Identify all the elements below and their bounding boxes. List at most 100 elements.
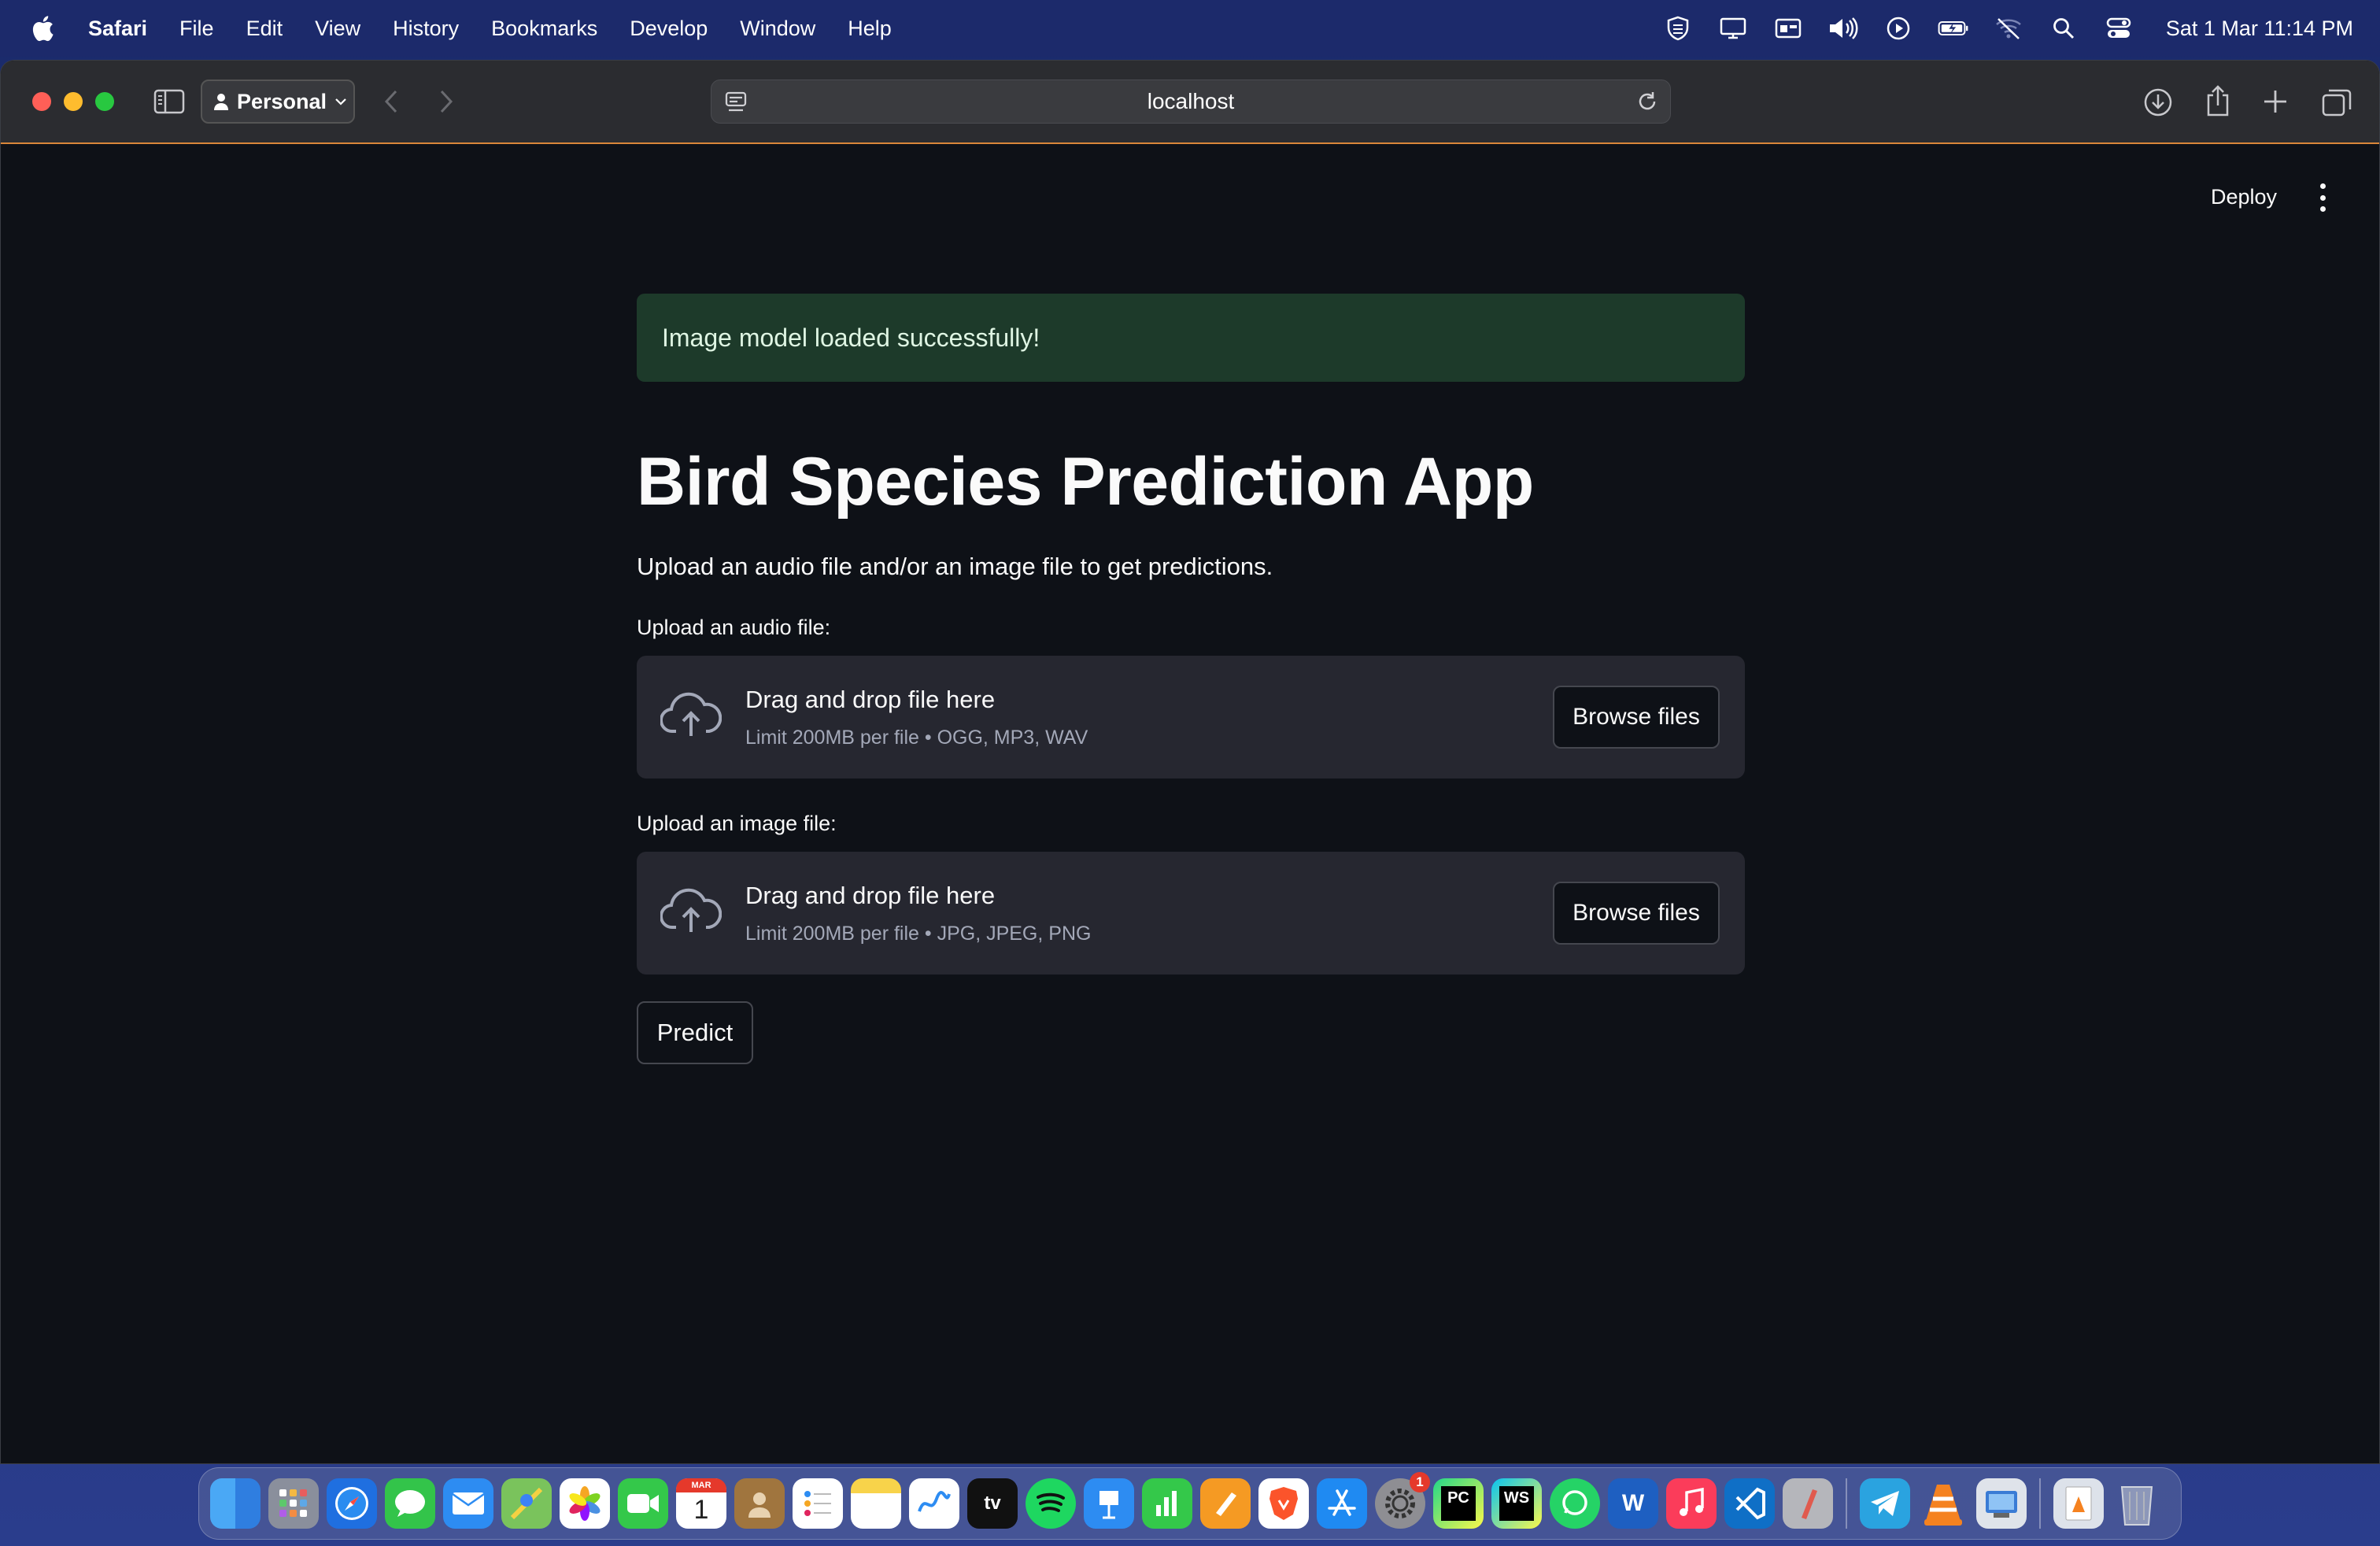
page-menu-icon[interactable] xyxy=(724,90,748,119)
apple-logo-icon[interactable] xyxy=(28,14,57,43)
control-center-icon[interactable] xyxy=(2103,14,2134,43)
photos-icon[interactable] xyxy=(560,1478,610,1529)
address-bar[interactable]: localhost xyxy=(711,80,1671,124)
profile-name: Personal xyxy=(237,89,327,113)
minimize-window-button[interactable] xyxy=(64,92,83,111)
whatsapp-icon[interactable] xyxy=(1550,1478,1600,1529)
trash-icon[interactable] xyxy=(2112,1478,2162,1529)
music-icon[interactable] xyxy=(1666,1478,1717,1529)
menu-bookmarks[interactable]: Bookmarks xyxy=(491,17,597,41)
menu-bar: Safari File Edit View History Bookmarks … xyxy=(0,0,2380,57)
audio-browse-files-button[interactable]: Browse files xyxy=(1553,686,1720,749)
audio-dropzone[interactable]: Drag and drop file here Limit 200MB per … xyxy=(637,656,1745,779)
menu-help[interactable]: Help xyxy=(848,17,892,41)
wifi-off-icon[interactable] xyxy=(1993,14,2024,43)
numbers-icon[interactable] xyxy=(1142,1478,1192,1529)
image-file-limit: Limit 200MB per file • JPG, JPEG, PNG xyxy=(745,923,1092,945)
vscode-icon[interactable] xyxy=(1724,1478,1775,1529)
settings-badge: 1 xyxy=(1410,1472,1430,1492)
page-title: Bird Species Prediction App xyxy=(637,444,1534,520)
dock-separator xyxy=(2039,1478,2041,1529)
maps-icon[interactable] xyxy=(501,1478,552,1529)
calendar-month: MAR xyxy=(676,1478,726,1492)
success-alert: Image model loaded successfully! xyxy=(637,294,1745,382)
menu-history[interactable]: History xyxy=(393,17,459,41)
profile-switcher[interactable]: Personal xyxy=(201,80,355,124)
system-settings-icon[interactable]: 1 xyxy=(1375,1472,1430,1529)
deploy-button[interactable]: Deploy xyxy=(2211,185,2277,209)
reload-icon[interactable] xyxy=(1635,90,1659,119)
preview-icon[interactable] xyxy=(1976,1478,2027,1529)
sidebar-toggle-icon[interactable] xyxy=(153,89,185,114)
url-text: localhost xyxy=(1147,89,1235,113)
contacts-icon[interactable] xyxy=(734,1478,785,1529)
forward-icon[interactable] xyxy=(437,89,456,114)
spotify-icon[interactable] xyxy=(1026,1478,1076,1529)
microsoft-word-icon[interactable]: W xyxy=(1608,1478,1658,1529)
menu-edit[interactable]: Edit xyxy=(246,17,283,41)
tab-overview-icon[interactable] xyxy=(2321,87,2352,117)
vlc-icon[interactable] xyxy=(1918,1478,1968,1529)
telegram-icon[interactable] xyxy=(1860,1478,1910,1529)
browser-toolbar: Personal localhost xyxy=(1,61,2379,144)
menu-app-name[interactable]: Safari xyxy=(88,17,147,41)
utility-app-icon[interactable] xyxy=(1783,1478,1833,1529)
cloud-upload-icon xyxy=(659,692,722,743)
main-menu-icon[interactable] xyxy=(2318,183,2327,212)
display-mirroring-icon[interactable] xyxy=(1717,14,1749,43)
predict-button[interactable]: Predict xyxy=(637,1001,753,1064)
audio-uploader-label: Upload an audio file: xyxy=(637,616,831,639)
battery-icon[interactable] xyxy=(1938,14,1969,43)
image-browse-files-button[interactable]: Browse files xyxy=(1553,882,1720,945)
webstorm-label: WS xyxy=(1499,1486,1534,1521)
person-icon xyxy=(214,94,228,110)
image-dropzone[interactable]: Drag and drop file here Limit 200MB per … xyxy=(637,852,1745,975)
app-store-icon[interactable] xyxy=(1317,1478,1367,1529)
new-tab-icon[interactable] xyxy=(2261,87,2289,116)
menu-window[interactable]: Window xyxy=(740,17,815,41)
menu-bar-status-area: Sat 1 Mar 11:14 PM xyxy=(1662,0,2353,57)
audio-drop-text: Drag and drop file here xyxy=(745,686,996,713)
pycharm-icon[interactable]: PC xyxy=(1433,1478,1484,1529)
safari-window: Personal localhost Deploy Image model lo… xyxy=(0,60,2380,1464)
mail-icon[interactable] xyxy=(443,1478,493,1529)
now-playing-icon[interactable] xyxy=(1883,14,1914,43)
menu-file[interactable]: File xyxy=(179,17,214,41)
close-window-button[interactable] xyxy=(32,92,51,111)
downloads-icon[interactable] xyxy=(2143,87,2173,117)
success-alert-text: Image model loaded successfully! xyxy=(662,323,1040,352)
back-icon[interactable] xyxy=(382,89,401,114)
page-subtitle: Upload an audio file and/or an image fil… xyxy=(637,553,1273,580)
webstorm-icon[interactable]: WS xyxy=(1491,1478,1542,1529)
volume-icon[interactable] xyxy=(1828,14,1859,43)
reminders-icon[interactable] xyxy=(793,1478,843,1529)
launchpad-icon[interactable] xyxy=(268,1478,319,1529)
freeform-icon[interactable] xyxy=(909,1478,959,1529)
facetime-icon[interactable] xyxy=(618,1478,668,1529)
pages-icon[interactable] xyxy=(1200,1478,1251,1529)
messages-icon[interactable] xyxy=(385,1478,435,1529)
downloads-stack-icon[interactable] xyxy=(2053,1478,2104,1529)
pycharm-label: PC xyxy=(1441,1486,1476,1521)
calendar-day: 1 xyxy=(693,1495,709,1525)
menu-bar-clock[interactable]: Sat 1 Mar 11:14 PM xyxy=(2166,17,2353,41)
menu-view[interactable]: View xyxy=(315,17,360,41)
main-container: Image model loaded successfully! Bird Sp… xyxy=(637,294,1745,1064)
apple-tv-icon[interactable]: tv xyxy=(967,1478,1018,1529)
window-manager-icon[interactable] xyxy=(1772,14,1804,43)
vpn-shield-icon[interactable] xyxy=(1662,14,1694,43)
brave-browser-icon[interactable] xyxy=(1258,1478,1309,1529)
spotlight-search-icon[interactable] xyxy=(2048,14,2079,43)
notes-icon[interactable] xyxy=(851,1478,901,1529)
share-icon[interactable] xyxy=(2204,84,2231,117)
audio-file-limit: Limit 200MB per file • OGG, MP3, WAV xyxy=(745,727,1088,749)
keynote-icon[interactable] xyxy=(1084,1478,1134,1529)
safari-compass-icon[interactable] xyxy=(327,1478,377,1529)
zoom-window-button[interactable] xyxy=(95,92,114,111)
finder-icon[interactable] xyxy=(210,1478,261,1529)
chevron-down-icon xyxy=(335,98,346,105)
apple-tv-label: tv xyxy=(984,1492,1001,1514)
menu-develop[interactable]: Develop xyxy=(630,17,708,41)
word-label: W xyxy=(1621,1490,1645,1516)
calendar-icon[interactable]: MAR 1 xyxy=(676,1478,726,1529)
